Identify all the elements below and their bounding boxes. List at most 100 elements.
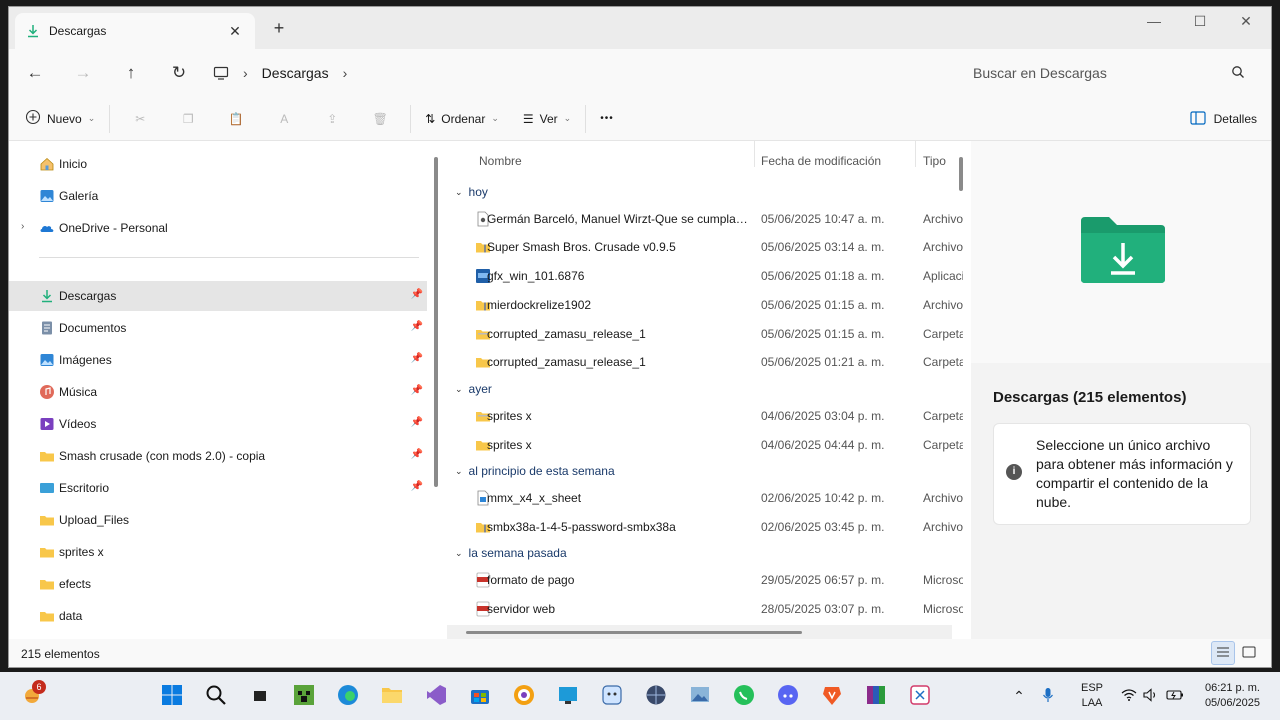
sidebar-item-videos[interactable]: Vídeos 📌 [9,409,427,439]
sidebar-item-imagenes[interactable]: Imágenes 📌 [9,345,427,375]
whatsapp-app[interactable] [730,682,758,710]
minimize-button[interactable]: — [1131,7,1177,39]
sidebar-item-data[interactable]: data [9,601,427,631]
copy-button[interactable]: ❐ [164,103,212,135]
rename-button[interactable]: A [260,103,308,135]
chevron-right-icon[interactable]: › [243,65,248,81]
sidebar-item-descargas[interactable]: Descargas 📌 [9,281,427,311]
column-header-type[interactable]: Tipo [923,141,946,173]
group-header-semana-pasada[interactable]: ⌄ la semana pasada [455,542,567,564]
sidebar-item-documentos[interactable]: Documentos 📌 [9,313,427,343]
language-indicator[interactable]: ESP LAA [1066,681,1118,711]
wifi-icon[interactable] [1118,688,1140,704]
app-image[interactable] [686,682,714,710]
delete-button[interactable]: 🗑 [356,103,404,135]
file-row[interactable]: sprites x 04/06/2025 03:04 p. m. Carpeta [447,402,967,430]
weather-widget[interactable]: 6 [18,680,46,710]
chevron-up-icon[interactable]: ⌃ [1008,688,1030,705]
sidebar-item-escritorio[interactable]: Escritorio 📌 [9,473,427,503]
pin-icon[interactable]: 📌 [411,289,423,300]
visual-studio-app[interactable] [422,682,450,710]
pin-icon[interactable]: 📌 [411,385,423,396]
file-row[interactable]: mmx_x4_x_sheet 02/06/2025 10:42 p. m. Ar… [447,484,967,512]
new-button[interactable]: Nuevo ⌄ [17,103,103,135]
file-row[interactable]: corrupted_zamasu_release_1 05/06/2025 01… [447,348,967,376]
search-taskbar-button[interactable] [202,682,230,710]
file-row[interactable]: smbx38a-1-4-5-password-smbx38a 02/06/202… [447,513,967,541]
maximize-button[interactable]: ☐ [1177,7,1223,39]
pin-icon[interactable]: 📌 [411,353,423,364]
monitor-icon[interactable] [209,61,233,85]
app-globe[interactable] [642,682,670,710]
winrar-app[interactable] [862,682,890,710]
microphone-icon[interactable] [1030,687,1066,706]
more-options-button[interactable]: ••• [592,103,622,135]
pin-icon[interactable]: 📌 [411,449,423,460]
column-divider[interactable] [915,141,916,167]
app-face[interactable] [598,682,626,710]
browser-app[interactable] [510,682,538,710]
up-button[interactable]: ↑ [107,55,155,91]
snipping-tool-app[interactable] [906,682,934,710]
file-explorer-app[interactable] [378,682,406,710]
app-blue[interactable] [554,682,582,710]
forward-button[interactable]: → [59,55,107,91]
sidebar-item-sprites-x[interactable]: sprites x [9,537,427,567]
sidebar-item-smash-crusade[interactable]: Smash crusade (con mods 2.0) - copia 📌 [9,441,427,471]
taskview-button[interactable] [246,682,274,710]
horizontal-scrollbar[interactable] [466,631,802,634]
pin-icon[interactable]: 📌 [411,321,423,332]
volume-icon[interactable] [1140,687,1162,705]
new-tab-button[interactable]: + [267,17,291,41]
breadcrumb[interactable]: › Descargas › [209,55,949,91]
sidebar-item-musica[interactable]: Música 📌 [9,377,427,407]
back-button[interactable]: ← [11,55,59,91]
file-row[interactable]: sprites x 04/06/2025 04:44 p. m. Carpeta [447,431,967,459]
file-row[interactable]: gfx_win_101.6876 05/06/2025 01:18 a. m. … [447,262,967,290]
sidebar-scrollbar[interactable] [434,157,438,487]
pin-icon[interactable]: 📌 [411,417,423,428]
discord-app[interactable] [774,682,802,710]
sidebar-item-efects[interactable]: efects [9,569,427,599]
close-window-button[interactable]: ✕ [1223,7,1269,39]
tab-descargas[interactable]: Descargas ✕ [15,13,255,49]
column-header-date[interactable]: Fecha de modificación [761,141,881,173]
clock[interactable]: 06:21 p. m. 05/06/2025 [1188,681,1260,711]
chevron-right-icon[interactable]: › [21,221,24,232]
group-header-esta-semana[interactable]: ⌄ al principio de esta semana [455,460,615,482]
view-button[interactable]: ☰ Ver ⌄ [515,103,579,135]
details-button[interactable]: Detalles [1190,103,1257,135]
pin-icon[interactable]: 📌 [411,481,423,492]
file-row[interactable]: Germán Barceló, Manuel Wirzt-Que se cump… [447,205,967,233]
file-row[interactable]: servidor web 28/05/2025 03:07 p. m. Micr… [447,595,967,623]
battery-icon[interactable] [1162,689,1188,704]
file-row[interactable]: Super Smash Bros. Crusade v0.9.5 05/06/2… [447,233,967,261]
cut-button[interactable]: ✂ [116,103,164,135]
column-divider[interactable] [754,141,755,167]
group-header-hoy[interactable]: ⌄ hoy [455,181,488,203]
start-button[interactable] [158,682,186,710]
chevron-right-icon[interactable]: › [343,65,348,81]
file-row[interactable]: formato de pago 29/05/2025 06:57 p. m. M… [447,566,967,594]
refresh-button[interactable]: ↻ [155,55,203,91]
paste-button[interactable]: 📋 [212,103,260,135]
sidebar-item-galeria[interactable]: Galería [9,181,427,211]
details-view-button[interactable] [1211,641,1235,665]
minecraft-app[interactable] [290,682,318,710]
share-button[interactable]: ⇪ [308,103,356,135]
tiles-view-button[interactable] [1237,641,1261,665]
column-header-name[interactable]: Nombre [479,141,522,173]
brave-app[interactable] [818,682,846,710]
search-input[interactable]: Buscar en Descargas [959,55,1259,91]
breadcrumb-descargas[interactable]: Descargas [258,65,333,81]
edge-app[interactable] [334,682,362,710]
tab-close-button[interactable]: ✕ [225,23,245,40]
store-app[interactable] [466,682,494,710]
group-header-ayer[interactable]: ⌄ ayer [455,378,492,400]
file-list-scrollbar[interactable] [959,157,963,191]
file-row[interactable]: mierdockrelize1902 05/06/2025 01:15 a. m… [447,291,967,319]
sidebar-item-onedrive[interactable]: › OneDrive - Personal [9,213,427,243]
sidebar-item-inicio[interactable]: Inicio [9,149,427,179]
sort-button[interactable]: ⇅ Ordenar ⌄ [417,103,507,135]
file-row[interactable]: corrupted_zamasu_release_1 05/06/2025 01… [447,320,967,348]
